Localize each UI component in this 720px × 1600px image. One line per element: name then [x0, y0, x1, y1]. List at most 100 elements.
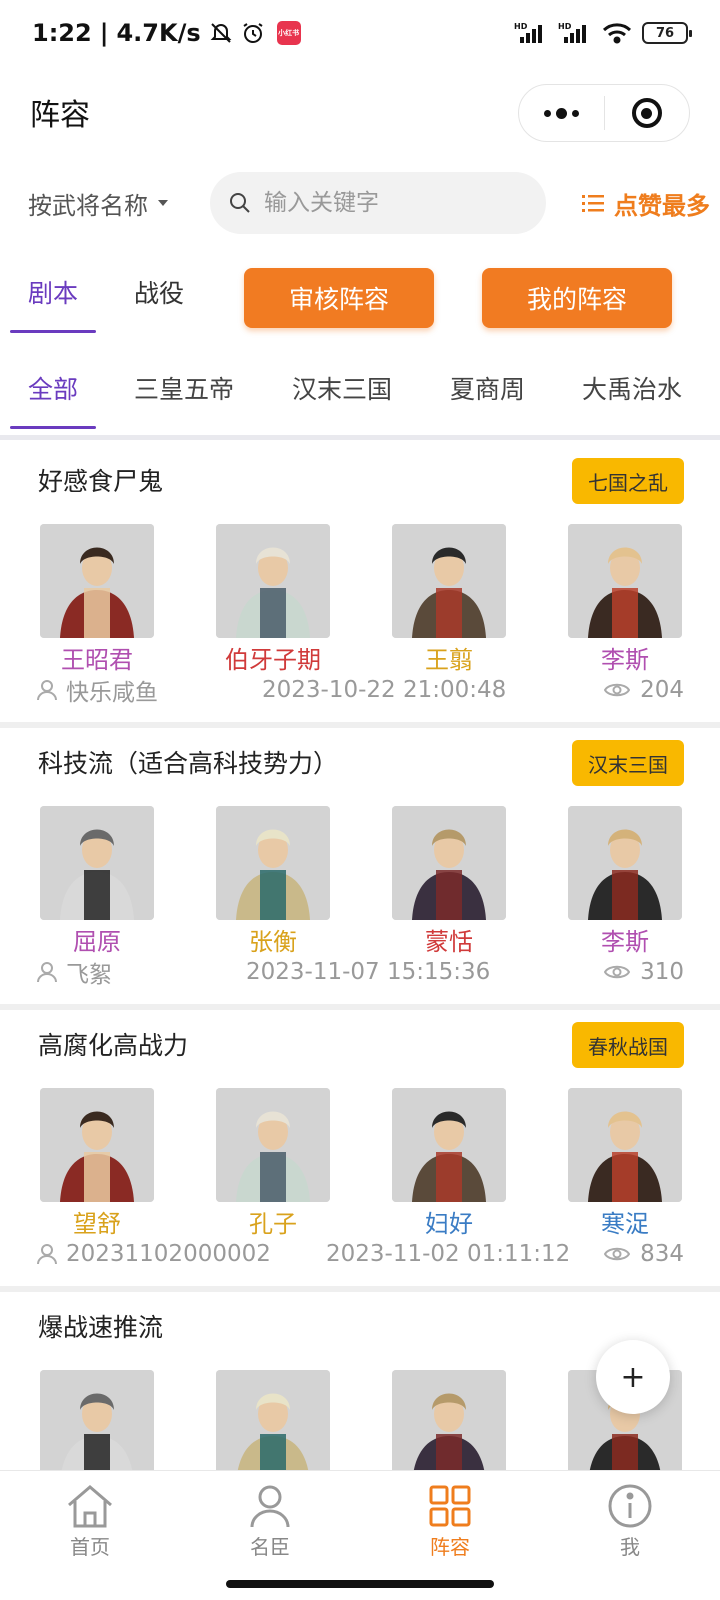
- title-bar: 阵容: [0, 66, 720, 158]
- hero-portrait: [568, 806, 682, 920]
- lineup-meta: 快乐咸鱼 2023-10-22 21:00:48 204: [36, 672, 684, 708]
- view-count: 834: [604, 1241, 684, 1267]
- user-icon: [37, 962, 57, 983]
- wifi-icon: [602, 23, 632, 44]
- hero-portrait: [392, 1088, 506, 1202]
- view-count: 310: [604, 959, 684, 985]
- hero-name: 李斯: [601, 646, 649, 674]
- nav-home[interactable]: 首页: [0, 1471, 180, 1570]
- hero-item[interactable]: [216, 1370, 330, 1470]
- mute-bell-icon: [210, 23, 232, 43]
- filter-select[interactable]: 按武将名称: [28, 186, 168, 221]
- eye-icon: [604, 965, 631, 979]
- category-item[interactable]: 夏商周: [450, 370, 525, 406]
- search-input[interactable]: [264, 190, 514, 216]
- hero-portrait: [216, 1370, 330, 1470]
- user-icon: [37, 680, 57, 701]
- hero-item[interactable]: 屈原: [40, 806, 154, 957]
- mini-app-icon: 小红书: [276, 21, 301, 45]
- meta-author: 20231102000002: [36, 1241, 271, 1267]
- hero-item[interactable]: 王昭君: [40, 524, 154, 675]
- hero-name: 王昭君: [61, 646, 133, 674]
- target-icon: [631, 98, 662, 128]
- lineup-meta: 20231102000002 2023-11-02 01:11:12 834: [36, 1236, 684, 1272]
- category-item[interactable]: 三皇五帝: [134, 370, 234, 406]
- view-count: 204: [604, 677, 684, 703]
- mini-program-capsule: [518, 84, 690, 142]
- hero-item[interactable]: 妇好: [392, 1088, 506, 1239]
- tab-campaign[interactable]: 战役: [134, 274, 184, 310]
- views-value: 204: [640, 677, 684, 703]
- lineup-title: 好感食尸鬼: [38, 467, 164, 496]
- nav-label: 阵容: [430, 1535, 470, 1559]
- hero-item[interactable]: 张衡: [216, 806, 330, 957]
- hero-name: 望舒: [73, 1210, 121, 1238]
- add-lineup-button[interactable]: +: [596, 1340, 670, 1414]
- home-icon: [68, 1485, 112, 1528]
- lineup-list: 好感食尸鬼 七国之乱 王昭君 伯牙子期 王翦 李斯 快乐咸鱼 2023-10-22 21:00…: [0, 446, 720, 1470]
- hero-name: 孔子: [249, 1210, 297, 1238]
- eye-icon: [604, 683, 631, 697]
- meta-author: 飞絮: [36, 955, 112, 989]
- sort-button[interactable]: 点赞最多: [582, 186, 710, 221]
- hero-portrait: [40, 524, 154, 638]
- info-icon: [608, 1484, 652, 1528]
- category-item[interactable]: 汉末三国: [292, 370, 392, 406]
- hero-name: 蒙恬: [425, 928, 473, 956]
- nav-label: 我: [620, 1535, 640, 1559]
- category-all[interactable]: 全部: [28, 370, 78, 406]
- hero-name: 王翦: [425, 646, 473, 674]
- lineup-card[interactable]: 高腐化高战力 春秋战国 望舒 孔子 妇好 寒浞 20231102000002 2023-11-…: [0, 1010, 720, 1286]
- signal-icon: HD: [514, 22, 542, 43]
- signal-hd-label: HD: [514, 22, 528, 31]
- hero-portrait: [216, 1088, 330, 1202]
- lineup-title: 爆战速推流: [38, 1313, 164, 1342]
- signal-icon-2: HD: [558, 22, 586, 43]
- hero-portrait: [392, 524, 506, 638]
- sort-label: 点赞最多: [614, 191, 710, 220]
- lineup-meta: 飞絮 2023-11-07 15:15:36 310: [36, 954, 684, 990]
- category-item[interactable]: 大禹治水: [582, 370, 682, 406]
- lineup-date: 2023-11-02 01:11:12: [326, 1241, 571, 1267]
- tabs-row: 剧本 战役 审核阵容 我的阵容: [0, 262, 720, 340]
- grid-icon: [429, 1485, 471, 1527]
- user-icon: [37, 1244, 57, 1265]
- hero-item[interactable]: 寒浞: [568, 1088, 682, 1239]
- hero-item[interactable]: 李斯: [568, 524, 682, 675]
- search-icon: [230, 193, 250, 213]
- hero-item[interactable]: [392, 1370, 506, 1470]
- nav-me[interactable]: 我: [540, 1471, 720, 1570]
- review-lineup-button[interactable]: 审核阵容: [244, 268, 434, 328]
- home-indicator: [226, 1580, 494, 1588]
- lineup-card[interactable]: 科技流（适合高科技势力） 汉末三国 屈原 张衡 蒙恬 李斯 飞絮 2023-11-07 15:…: [0, 728, 720, 1004]
- nav-lineup[interactable]: 阵容: [360, 1471, 540, 1570]
- page-title: 阵容: [30, 98, 90, 133]
- hero-name: 张衡: [249, 928, 297, 956]
- list-icon: [582, 195, 604, 212]
- person-icon: [250, 1485, 290, 1528]
- more-dots-icon: [543, 107, 579, 119]
- more-button[interactable]: [519, 85, 604, 141]
- my-lineup-button[interactable]: 我的阵容: [482, 268, 672, 328]
- hero-item[interactable]: 蒙恬: [392, 806, 506, 957]
- close-mini-program-button[interactable]: [605, 85, 690, 141]
- hero-item[interactable]: 望舒: [40, 1088, 154, 1239]
- battery-level: 76: [655, 25, 675, 41]
- views-value: 834: [640, 1241, 684, 1267]
- tab-script[interactable]: 剧本: [28, 274, 78, 310]
- hero-item[interactable]: 李斯: [568, 806, 682, 957]
- hero-name: 寒浞: [601, 1210, 649, 1238]
- lineup-card[interactable]: 好感食尸鬼 七国之乱 王昭君 伯牙子期 王翦 李斯 快乐咸鱼 2023-10-22 21:00…: [0, 446, 720, 722]
- hero-item[interactable]: 王翦: [392, 524, 506, 675]
- status-time: 1:22: [32, 19, 92, 47]
- lineup-title: 高腐化高战力: [38, 1031, 189, 1060]
- search-box[interactable]: [210, 172, 546, 234]
- hero-item[interactable]: [40, 1370, 154, 1470]
- hero-name: 李斯: [601, 928, 649, 956]
- hero-portrait: [40, 1370, 154, 1470]
- hero-item[interactable]: 孔子: [216, 1088, 330, 1239]
- nav-ministers[interactable]: 名臣: [180, 1471, 360, 1570]
- page: 1:22 | 4.7K/s 小红书 HD HD 76 阵容 按武将名称 输入关键…: [0, 0, 720, 1600]
- lineup-date: 2023-11-07 15:15:36: [246, 959, 491, 985]
- hero-item[interactable]: 伯牙子期: [216, 524, 330, 675]
